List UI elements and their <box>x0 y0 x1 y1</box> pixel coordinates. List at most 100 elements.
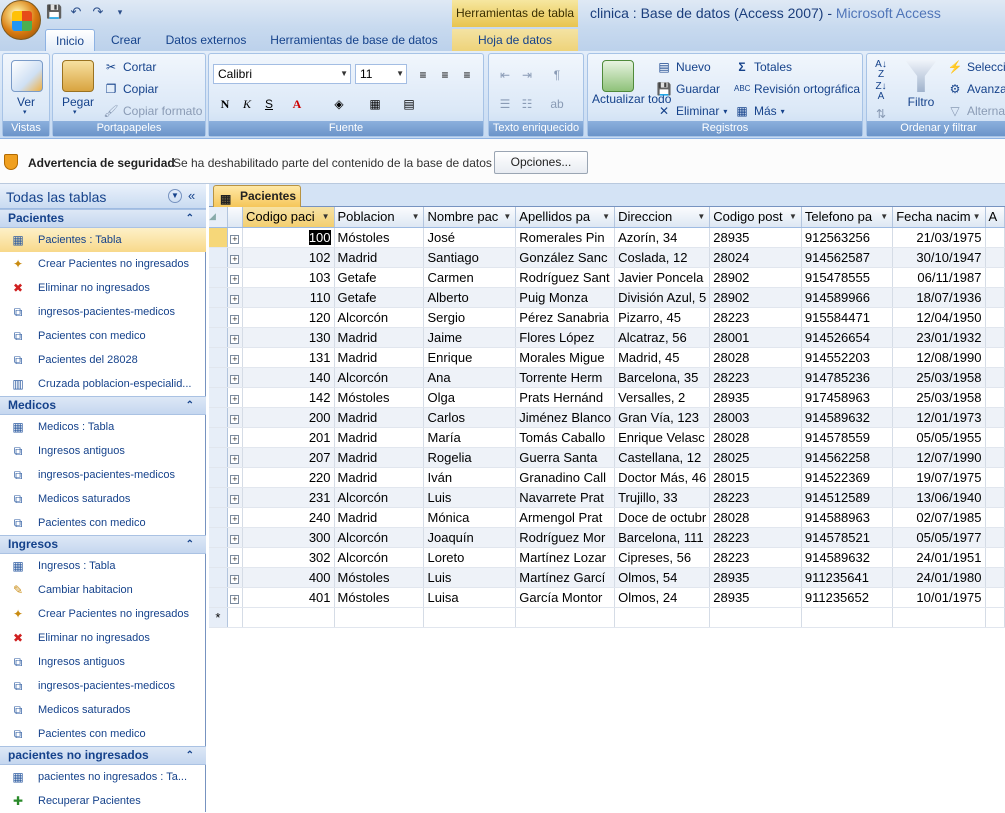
expand-subdatasheet[interactable]: + <box>227 227 243 248</box>
table-cell[interactable]: Martínez Garcí <box>515 567 616 588</box>
table-cell[interactable]: 102 <box>242 247 335 268</box>
table-cell[interactable]: 05/05/1977 <box>892 527 986 548</box>
table-cell[interactable]: Olmos, 24 <box>614 587 711 608</box>
expand-subdatasheet[interactable]: + <box>227 547 243 568</box>
table-row[interactable]: +401 Móstoles Luisa García Montor Olmos, 24 2… <box>209 587 1005 608</box>
table-cell[interactable]: Morales Migue <box>515 347 616 368</box>
nav-item[interactable]: ⧉ Pacientes con medico <box>0 511 206 535</box>
nav-item[interactable]: ✦ Crear Pacientes no ingresados <box>0 252 206 276</box>
table-cell[interactable]: 28223 <box>709 367 802 388</box>
underline-icon[interactable]: S <box>259 93 279 113</box>
table-cell[interactable]: 911235641 <box>801 567 894 588</box>
nav-item[interactable]: ▦ Ingresos : Tabla <box>0 554 206 578</box>
seleccion-button[interactable]: ⚡Selecció <box>947 59 1005 75</box>
row-selector[interactable] <box>209 507 228 528</box>
copiar-formato-button[interactable]: 🖌 Copiar formato <box>103 103 202 119</box>
plus-icon[interactable]: + <box>230 434 240 444</box>
table-cell[interactable] <box>985 427 1005 448</box>
table-cell[interactable]: 12/04/1950 <box>892 307 986 328</box>
table-cell[interactable]: Alberto <box>423 287 517 308</box>
table-row[interactable]: +201 Madrid María Tomás Caballo Enrique Vela… <box>209 427 1005 448</box>
table-cell[interactable]: 12/07/1990 <box>892 447 986 468</box>
table-cell[interactable]: Flores López <box>515 327 616 348</box>
table-row[interactable]: +300 Alcorcón Joaquín Rodríguez Mor Barcelon… <box>209 527 1005 548</box>
table-cell[interactable]: 914785236 <box>801 367 894 388</box>
sort-filter-arrow-icon[interactable]: ▼ <box>503 207 511 226</box>
table-cell[interactable]: Coslada, 12 <box>614 247 711 268</box>
table-cell[interactable]: Sergio <box>423 307 517 328</box>
table-cell[interactable]: Jaime <box>423 327 517 348</box>
table-cell[interactable]: Trujillo, 33 <box>614 487 711 508</box>
column-header[interactable]: Codigo paci ▼ <box>242 207 335 228</box>
nav-item[interactable]: ▦ pacientes no ingresados : Ta... <box>0 765 206 789</box>
table-cell[interactable] <box>709 607 802 628</box>
table-cell[interactable]: Barcelona, 111 <box>614 527 711 548</box>
table-cell[interactable] <box>985 227 1005 248</box>
table-cell[interactable]: Puig Monza <box>515 287 616 308</box>
table-cell[interactable]: Luis <box>423 487 517 508</box>
row-selector[interactable] <box>209 567 228 588</box>
table-row[interactable]: +231 Alcorcón Luis Navarrete Prat Trujillo, … <box>209 487 1005 508</box>
table-cell[interactable]: Getafe <box>334 267 425 288</box>
table-cell[interactable]: Móstoles <box>334 567 425 588</box>
table-row[interactable]: +302 Alcorcón Loreto Martínez Lozar Cipreses… <box>209 547 1005 568</box>
table-cell[interactable]: Rogelia <box>423 447 517 468</box>
undo-icon[interactable]: ↶ <box>68 4 84 20</box>
table-cell[interactable]: Olmos, 54 <box>614 567 711 588</box>
table-cell[interactable]: Doctor Más, 46 <box>614 467 711 488</box>
table-cell[interactable]: Loreto <box>423 547 517 568</box>
table-cell[interactable] <box>334 607 425 628</box>
paragraph-icon[interactable]: ¶ <box>547 64 567 84</box>
plus-icon[interactable]: + <box>230 474 240 484</box>
nuevo-button[interactable]: ▤ Nuevo <box>656 59 710 75</box>
table-cell[interactable] <box>985 367 1005 388</box>
table-cell[interactable]: Alcorcón <box>334 307 425 328</box>
plus-icon[interactable]: + <box>230 274 240 284</box>
nav-item[interactable]: ▥ Cruzada poblacion-especialid... <box>0 372 206 396</box>
table-cell[interactable]: 131 <box>242 347 335 368</box>
table-cell[interactable]: 912563256 <box>801 227 894 248</box>
table-cell[interactable]: Navarrete Prat <box>515 487 616 508</box>
align-center-icon[interactable]: ≡ <box>435 64 455 84</box>
nav-item[interactable]: ▦ Pacientes : Tabla <box>0 228 206 252</box>
tab-inicio[interactable]: Inicio <box>45 29 95 51</box>
font-size-combo[interactable]: 11 ▼ <box>355 64 407 84</box>
nav-item[interactable]: ⧉ Medicos saturados <box>0 698 206 722</box>
tab-hoja-de-datos[interactable]: Hoja de datos <box>452 29 578 51</box>
table-cell[interactable]: Armengol Prat <box>515 507 616 528</box>
table-cell[interactable] <box>985 507 1005 528</box>
eliminar-button[interactable]: ✕ Eliminar ▾ <box>656 103 727 119</box>
table-cell[interactable]: 24/01/1951 <box>892 547 986 568</box>
table-cell[interactable]: 400 <box>242 567 335 588</box>
expand-subdatasheet[interactable]: + <box>227 247 243 268</box>
row-selector[interactable] <box>209 367 228 388</box>
table-cell[interactable]: 28935 <box>709 567 802 588</box>
bold-icon[interactable]: N <box>215 93 235 113</box>
table-cell[interactable]: 300 <box>242 527 335 548</box>
table-cell[interactable]: Guerra Santa <box>515 447 616 468</box>
column-header[interactable]: Poblacion ▼ <box>334 207 425 228</box>
new-record-row[interactable]: * <box>209 607 1005 628</box>
table-cell[interactable]: Móstoles <box>334 587 425 608</box>
table-cell[interactable]: División Azul, 5 <box>614 287 711 308</box>
table-cell[interactable]: 103 <box>242 267 335 288</box>
nav-item[interactable]: ✖ Eliminar no ingresados <box>0 276 206 300</box>
table-cell[interactable]: Madrid <box>334 427 425 448</box>
table-cell[interactable]: 100 <box>242 227 335 248</box>
plus-icon[interactable]: + <box>230 254 240 264</box>
select-all-corner[interactable]: ◢ <box>209 207 228 228</box>
nav-item[interactable]: ⧉ Ingresos antiguos <box>0 439 206 463</box>
align-right-icon[interactable]: ≡ <box>457 64 477 84</box>
table-cell[interactable]: 28223 <box>709 487 802 508</box>
table-cell[interactable]: Móstoles <box>334 227 425 248</box>
nav-item[interactable]: ⧉ Pacientes con medico <box>0 722 206 746</box>
nav-group-header[interactable]: pacientes no ingresados ⌃ <box>0 746 206 765</box>
redo-icon[interactable]: ↷ <box>90 4 106 20</box>
table-row[interactable]: +142 Móstoles Olga Prats Hernánd Versalles, … <box>209 387 1005 408</box>
table-cell[interactable] <box>892 607 986 628</box>
row-selector[interactable] <box>209 527 228 548</box>
table-cell[interactable]: Mónica <box>423 507 517 528</box>
table-cell[interactable]: 110 <box>242 287 335 308</box>
plus-icon[interactable]: + <box>230 234 240 244</box>
table-cell[interactable]: Torrente Herm <box>515 367 616 388</box>
